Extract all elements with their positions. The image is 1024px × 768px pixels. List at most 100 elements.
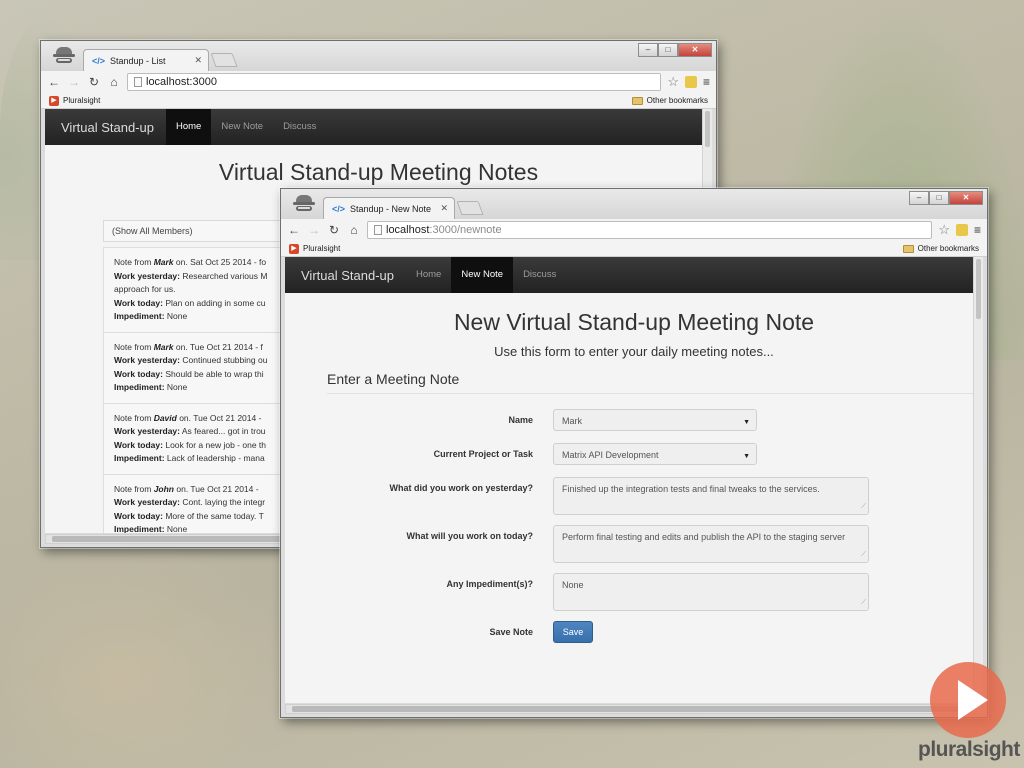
close-window-button[interactable]: ✕ <box>678 43 712 57</box>
new-tab-button[interactable] <box>210 53 238 67</box>
tab-standup-new-note[interactable]: </> Standup - New Note ✕ <box>323 197 455 219</box>
bookmark-pluralsight[interactable]: ▶ Pluralsight <box>49 95 101 106</box>
minimize-button[interactable]: – <box>909 191 929 205</box>
reload-icon[interactable]: ↻ <box>87 75 101 89</box>
dropdown-caret-icon: ▼ <box>743 453 750 460</box>
pluralsight-favicon-icon: ▶ <box>49 95 59 106</box>
browser-toolbar: ← → ↻ ⌂ localhost:3000 ☆ ≡ <box>41 71 716 93</box>
resize-grip-icon[interactable]: ⟋ <box>861 500 866 513</box>
forward-arrow-icon[interactable]: → <box>67 75 81 89</box>
window-controls: – □ ✕ <box>638 43 712 57</box>
tab-title: Standup - New Note <box>350 203 432 214</box>
watermark-text: pluralsight <box>918 738 1020 761</box>
tab-favicon-icon: </> <box>92 55 106 66</box>
page-subtitle: Use this form to enter your daily meetin… <box>494 344 774 359</box>
pluralsight-watermark: pluralsight <box>918 660 1022 764</box>
note-member: David <box>153 412 177 423</box>
tab-favicon-icon: </> <box>332 203 346 214</box>
title-bar[interactable]: </> Standup - List ✕ – □ ✕ <box>41 41 716 71</box>
folder-icon <box>902 244 914 253</box>
minimize-button[interactable]: – <box>638 43 658 57</box>
browser-toolbar: ← → ↻ ⌂ localhost:3000/newnote ☆ ≡ <box>281 219 987 241</box>
nav-home[interactable]: Home <box>166 109 212 145</box>
horizontal-scrollbar[interactable] <box>285 704 983 714</box>
other-bookmarks[interactable]: Other bookmarks <box>902 244 979 253</box>
scroll-thumb[interactable] <box>976 259 981 319</box>
nav-discuss[interactable]: Discuss <box>273 109 326 145</box>
nav-home[interactable]: Home <box>406 257 451 293</box>
tab-title: Standup - List <box>110 55 166 66</box>
pluralsight-favicon-icon: ▶ <box>289 243 299 254</box>
maximize-button[interactable]: □ <box>929 191 949 205</box>
incognito-icon <box>53 47 75 65</box>
note-member: Mark <box>153 257 174 267</box>
site-navbar: Virtual Stand-up Home New Note Discuss <box>45 109 712 145</box>
impediment-textarea[interactable]: None ⟋ <box>553 573 869 611</box>
scroll-thumb[interactable] <box>292 706 972 712</box>
close-window-button[interactable]: ✕ <box>949 191 983 205</box>
menu-icon[interactable]: ≡ <box>974 223 981 237</box>
incognito-icon <box>293 195 315 213</box>
bookmark-star-icon[interactable]: ☆ <box>667 74 679 90</box>
dropdown-caret-icon: ▼ <box>743 419 750 426</box>
other-bookmarks-label: Other bookmarks <box>646 96 708 105</box>
page-icon <box>374 225 382 235</box>
background-soil <box>0 540 300 768</box>
tab-standup-list[interactable]: </> Standup - List ✕ <box>83 49 209 71</box>
bookmarks-bar: ▶ Pluralsight Other bookmarks <box>41 93 716 109</box>
title-bar[interactable]: </> Standup - New Note ✕ – □ ✕ <box>281 189 987 219</box>
bookmark-label: Pluralsight <box>63 96 101 105</box>
extension-icon[interactable] <box>684 76 697 88</box>
form-legend: Enter a Meeting Note <box>327 371 973 394</box>
work-today-textarea[interactable]: Perform final testing and edits and publ… <box>553 525 869 563</box>
folder-icon <box>631 96 643 105</box>
address-host: localhost <box>386 224 430 236</box>
save-button[interactable]: Save <box>553 621 593 643</box>
back-arrow-icon[interactable]: ← <box>47 75 61 89</box>
project-select[interactable]: Matrix API Development ▼ <box>553 443 757 465</box>
nav-new-note[interactable]: New Note <box>451 257 514 293</box>
home-icon[interactable]: ⌂ <box>347 223 361 237</box>
home-icon[interactable]: ⌂ <box>107 75 121 89</box>
member-name-select[interactable]: Mark ▼ <box>553 409 757 431</box>
page-icon <box>134 77 142 87</box>
reload-icon[interactable]: ↻ <box>327 223 341 237</box>
page-viewport: Virtual Stand-up Home New Note Discuss N… <box>285 257 983 703</box>
yesterday-label: What did you work on yesterday? <box>389 483 533 493</box>
site-navbar: Virtual Stand-up Home New Note Discuss <box>285 257 983 293</box>
project-label: Current Project or Task <box>433 449 533 459</box>
new-tab-button[interactable] <box>456 201 484 215</box>
forward-arrow-icon[interactable]: → <box>307 223 321 237</box>
resize-grip-icon[interactable]: ⟋ <box>861 548 866 561</box>
other-bookmarks[interactable]: Other bookmarks <box>631 96 708 105</box>
back-arrow-icon[interactable]: ← <box>287 223 301 237</box>
address-bar[interactable]: localhost:3000 <box>127 73 662 91</box>
today-label: What will you work on today? <box>406 531 533 541</box>
extension-icon[interactable] <box>955 224 968 236</box>
nav-new-note[interactable]: New Note <box>211 109 273 145</box>
navbar-brand[interactable]: Virtual Stand-up <box>301 268 394 283</box>
play-icon <box>958 680 988 720</box>
impediment-label: Any Impediment(s)? <box>446 579 533 589</box>
menu-icon[interactable]: ≡ <box>703 75 710 89</box>
save-note-label: Save Note <box>489 627 533 637</box>
note-member: John <box>153 483 174 494</box>
work-yesterday-textarea[interactable]: Finished up the integration tests and fi… <box>553 477 869 515</box>
scroll-thumb[interactable] <box>705 111 710 147</box>
tab-close-icon[interactable]: ✕ <box>440 203 448 214</box>
bookmark-pluralsight[interactable]: ▶ Pluralsight <box>289 243 340 254</box>
vertical-scrollbar[interactable] <box>973 257 983 703</box>
tab-close-icon[interactable]: ✕ <box>194 55 202 66</box>
browser-window-new-note[interactable]: </> Standup - New Note ✕ – □ ✕ ← → ↻ ⌂ l… <box>280 188 988 718</box>
navbar-brand[interactable]: Virtual Stand-up <box>61 120 154 135</box>
page-title: Virtual Stand-up Meeting Notes <box>218 159 539 185</box>
address-host: localhost:3000 <box>146 76 217 88</box>
maximize-button[interactable]: □ <box>658 43 678 57</box>
nav-discuss[interactable]: Discuss <box>513 257 566 293</box>
note-member: Mark <box>153 341 174 352</box>
address-path: :3000/newnote <box>429 224 502 236</box>
address-bar[interactable]: localhost:3000/newnote <box>367 221 933 239</box>
resize-grip-icon[interactable]: ⟋ <box>861 596 866 609</box>
page-title: New Virtual Stand-up Meeting Note <box>453 309 815 335</box>
bookmark-star-icon[interactable]: ☆ <box>938 222 950 238</box>
